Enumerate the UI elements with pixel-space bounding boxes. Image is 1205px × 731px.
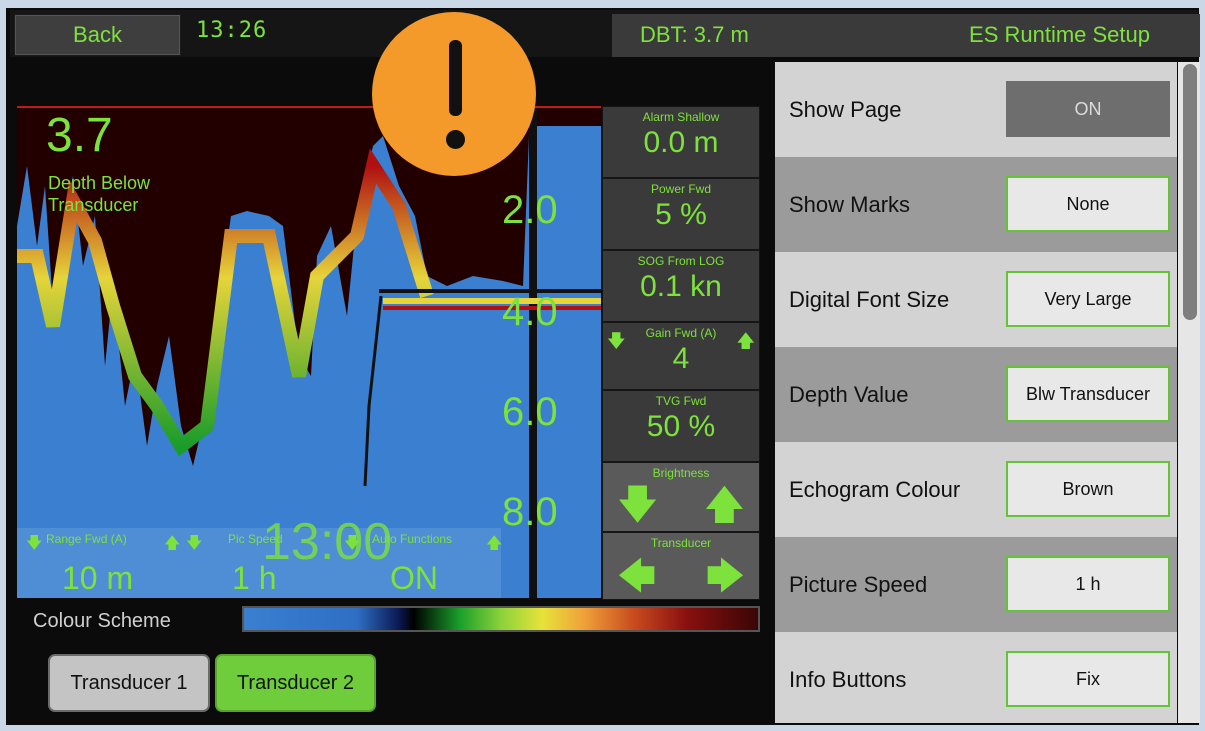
transducer-right-arrow-icon[interactable]: 🡆 (706, 557, 745, 595)
depth-below-transducer-readout: DBT: 3.7 m (640, 22, 749, 47)
info-buttons-button[interactable]: Fix (1006, 651, 1170, 707)
settings-label: Show Page (789, 96, 902, 122)
pic-speed-down-arrow-icon[interactable]: 🡇 (186, 532, 202, 559)
gain-up-arrow-icon[interactable]: 🡅 (736, 329, 755, 359)
range-up-arrow-icon[interactable]: 🡅 (164, 532, 180, 559)
settings-label: Show Marks (789, 191, 911, 217)
clock: 13:26 (196, 18, 268, 43)
depth-label-line-1: Depth Below (48, 173, 151, 193)
page-title: ES Runtime Setup (969, 22, 1150, 47)
time-overlay: 13:00 (262, 513, 393, 571)
settings-label: Digital Font Size (789, 286, 950, 312)
depth-value: 3.7 (46, 109, 113, 162)
settings-row-depth-value: Depth Value Blw Transducer (775, 347, 1177, 442)
back-button[interactable]: Back (14, 14, 181, 56)
settings-row-show-marks: Show Marks None (775, 157, 1177, 252)
range-down-arrow-icon[interactable]: 🡇 (26, 532, 42, 559)
sog-box[interactable]: SOG From LOG 0.1 kn (602, 250, 760, 322)
alarm-shallow-box[interactable]: Alarm Shallow 0.0 m (602, 106, 760, 178)
range-value: 10 m (62, 560, 134, 596)
power-fwd-title: Power Fwd (650, 182, 712, 196)
power-fwd-value: 5 % (655, 198, 707, 231)
depth-scale-label: 4.0 (502, 290, 558, 334)
brightness-box: Brightness 🡇 🡅 (602, 462, 760, 532)
brightness-down-arrow-icon[interactable]: 🡇 (617, 485, 658, 525)
settings-label: Info Buttons (789, 666, 907, 692)
transducer-box: Transducer 🡄 🡆 (602, 532, 760, 600)
settings-row-digital-font-size: Digital Font Size Very Large (775, 252, 1177, 347)
show-page-toggle[interactable]: ON (1006, 81, 1170, 137)
show-marks-button[interactable]: None (1006, 176, 1170, 232)
alarm-shallow-value: 0.0 m (643, 126, 719, 159)
power-fwd-box[interactable]: Power Fwd 5 % (602, 178, 760, 250)
brightness-up-arrow-icon[interactable]: 🡅 (704, 485, 745, 525)
settings-row-info-buttons: Info Buttons Fix (775, 632, 1177, 723)
settings-row-echogram-colour: Echogram Colour Brown (775, 442, 1177, 537)
sog-value: 0.1 kn (640, 270, 722, 303)
colour-scheme-label: Colour Scheme (33, 610, 171, 632)
echogram-colour-button[interactable]: Brown (1006, 461, 1170, 517)
depth-label: Depth Below Transducer (48, 172, 188, 216)
depth-scale-label: 8.0 (502, 490, 558, 534)
settings-panel: Show Page ON Show Marks None Digital Fon… (775, 62, 1177, 723)
settings-label: Echogram Colour (789, 476, 961, 502)
auto-functions-value: ON (390, 560, 438, 596)
settings-row-picture-speed: Picture Speed 1 h (775, 537, 1177, 632)
tvg-fwd-box[interactable]: TVG Fwd 50 % (602, 390, 760, 462)
transducer-2-button[interactable]: Transducer 2 (215, 654, 376, 712)
sog-title: SOG From LOG (637, 254, 725, 268)
depth-scale-label: 6.0 (502, 390, 558, 434)
alarm-shallow-title: Alarm Shallow (642, 110, 720, 124)
settings-label: Picture Speed (789, 571, 928, 597)
settings-label: Depth Value (789, 381, 909, 407)
settings-row-show-page: Show Page ON (775, 62, 1177, 157)
transducer-left-arrow-icon[interactable]: 🡄 (617, 557, 656, 595)
transducer-1-button[interactable]: Transducer 1 (48, 654, 210, 712)
alert-exclamation-bar (449, 40, 462, 116)
picture-speed-button[interactable]: 1 h (1006, 556, 1170, 612)
transducer-title: Transducer (650, 536, 712, 550)
auto-functions-up-arrow-icon[interactable]: 🡅 (486, 532, 502, 559)
gain-fwd-box[interactable]: Gain Fwd (A) 4 🡇 🡅 (602, 322, 760, 390)
tvg-fwd-value: 50 % (646, 410, 716, 443)
range-title: Range Fwd (A) (46, 532, 127, 546)
alert-exclamation-dot (446, 130, 465, 149)
depth-scale-label: 2.0 (502, 188, 558, 232)
settings-scroll-thumb[interactable] (1183, 64, 1197, 320)
gain-down-arrow-icon[interactable]: 🡇 (607, 329, 626, 359)
colour-scheme-bar (242, 606, 760, 632)
tvg-fwd-title: TVG Fwd (655, 394, 707, 408)
alert-icon[interactable] (372, 12, 536, 176)
depth-label-line-2: Transducer (48, 195, 139, 215)
brightness-title: Brightness (652, 466, 710, 480)
digital-font-size-button[interactable]: Very Large (1006, 271, 1170, 327)
depth-value-button[interactable]: Blw Transducer (1006, 366, 1170, 422)
